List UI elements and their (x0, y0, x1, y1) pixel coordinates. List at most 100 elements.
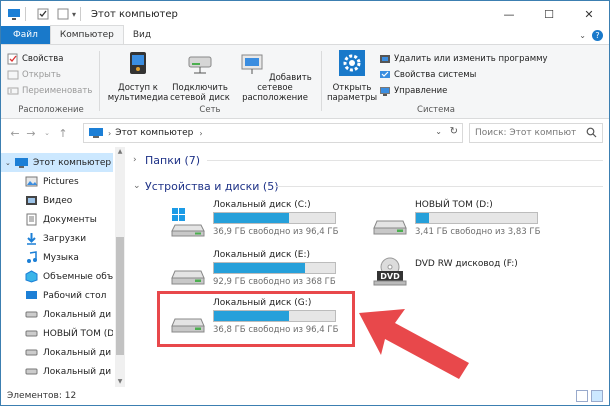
system-group-label: Система (417, 105, 455, 115)
documents-icon (26, 213, 37, 226)
drive-item-d[interactable]: НОВЫЙ ТОМ (D:) 3,41 ГБ свободно из 3,83 … (365, 197, 565, 249)
open-command[interactable]: Открыть (7, 67, 95, 83)
open-settings-label: Открыть параметры (327, 83, 378, 103)
navigation-bar: ← → ⌄ ↑ › Этот компьютер › ⌄ ↻ Поиск: Эт… (1, 119, 609, 147)
video-icon (26, 196, 37, 205)
open-icon (7, 70, 19, 80)
drive-icon (25, 311, 38, 318)
search-icon (586, 127, 597, 138)
media-access-command[interactable]: Доступ к мультимедиа (107, 49, 169, 103)
network-drive-icon (188, 56, 212, 74)
nav-item-label: Pictures (43, 176, 79, 187)
tab-computer[interactable]: Компьютер (49, 25, 124, 44)
add-network-location-icon (241, 54, 263, 74)
add-network-location-command[interactable]: Добавить сетевое расположение (233, 49, 317, 103)
nav-item-label: Локальный ди (43, 309, 112, 320)
uninstall-command[interactable]: Удалить или изменить программу (379, 51, 548, 67)
desktop-icon (26, 291, 37, 299)
usage-bar (213, 262, 336, 274)
details-view-icon[interactable] (576, 390, 588, 402)
downloads-icon (27, 233, 36, 245)
collapse-ribbon-icon[interactable]: ⌄ (579, 31, 586, 40)
back-arrow-icon[interactable]: ← (7, 127, 23, 140)
system-drive-icon (171, 208, 205, 237)
nav-item-drive-g[interactable]: Локальный ди (1, 362, 113, 381)
expand-chevron-icon[interactable]: ⌄ (5, 159, 11, 167)
ribbon: Свойства Открыть Переименовать Расположе… (1, 45, 609, 119)
folders-section-header[interactable]: › Папки (7) (133, 151, 200, 169)
properties-command[interactable]: Свойства (7, 51, 95, 67)
nav-item-downloads[interactable]: Загрузки (1, 229, 113, 248)
network-group: Доступ к мультимедиа Подключить сетевой … (101, 47, 319, 117)
expand-chevron-icon[interactable]: › (133, 155, 145, 165)
properties-checkbox-icon[interactable] (36, 7, 50, 21)
address-dropdown-icon[interactable]: ⌄ (435, 127, 442, 136)
media-access-label: Доступ к мультимедиа (107, 83, 169, 103)
breadcrumb-separator-icon[interactable]: › (108, 129, 111, 138)
search-box[interactable]: Поиск: Этот компьют (469, 123, 603, 143)
nav-item-label: Объемные объ (43, 271, 113, 282)
nav-item-drive-c[interactable]: Локальный ди (1, 305, 113, 324)
breadcrumb-item[interactable]: Этот компьютер (115, 128, 193, 138)
tiles-view-icon[interactable] (591, 390, 603, 402)
navigation-scrollbar[interactable]: ▲ ▼ (115, 147, 125, 387)
rename-command[interactable]: Переименовать (7, 83, 95, 99)
nav-item-label: Видео (43, 195, 73, 206)
help-icon[interactable]: ? (592, 30, 603, 41)
tab-file[interactable]: Файл (1, 26, 50, 44)
settings-gear-icon (339, 50, 365, 76)
computer-icon (15, 158, 28, 168)
drive-icon (25, 330, 38, 337)
collapse-chevron-icon[interactable]: ⌄ (133, 181, 145, 191)
nav-item-label: Рабочий стол (43, 290, 107, 301)
separator (321, 51, 322, 111)
refresh-icon[interactable]: ↻ (450, 126, 458, 137)
system-properties-label: Свойства системы (394, 70, 477, 80)
forward-arrow-icon[interactable]: → (23, 127, 39, 140)
maximize-button[interactable]: ☐ (529, 1, 569, 27)
uninstall-label: Удалить или изменить программу (394, 54, 548, 64)
nav-item-music[interactable]: Музыка (1, 248, 113, 267)
network-group-label: Сеть (199, 105, 221, 115)
nav-item-pictures[interactable]: Pictures (1, 172, 113, 191)
computer-icon[interactable] (7, 7, 21, 21)
nav-item-3d-objects[interactable]: Объемные объ (1, 267, 113, 286)
quick-access-dropdown-icon[interactable]: ▾ (72, 10, 76, 19)
drive-item-c[interactable]: Локальный диск (C:) 36,9 ГБ свободно из … (163, 197, 363, 249)
nav-item-desktop[interactable]: Рабочий стол (1, 286, 113, 305)
nav-item-label: Этот компьютер (33, 157, 112, 168)
breadcrumb-separator-icon[interactable]: › (199, 129, 202, 138)
manage-command[interactable]: Управление (379, 83, 548, 99)
computer-icon (89, 128, 103, 138)
scroll-up-icon[interactable]: ▲ (115, 147, 125, 157)
devices-header-label: Устройства и диски (5) (145, 179, 279, 193)
items-count: Элементов: 12 (7, 391, 77, 401)
minimize-button[interactable]: — (489, 1, 529, 27)
scrollbar-thumb[interactable] (116, 237, 124, 355)
drive-item-f[interactable]: DVD DVD RW дисковод (F:) (365, 247, 565, 299)
up-arrow-icon[interactable]: ↑ (55, 127, 71, 140)
pictures-icon (25, 176, 38, 187)
nav-item-label: Музыка (43, 252, 79, 263)
drive-icon (171, 270, 205, 285)
manage-label: Управление (394, 86, 448, 96)
nav-item-drive-d[interactable]: НОВЫЙ ТОМ (D (1, 324, 113, 343)
nav-item-documents[interactable]: Документы (1, 210, 113, 229)
new-folder-icon[interactable] (56, 7, 70, 21)
nav-item-this-pc[interactable]: ⌄ Этот компьютер (1, 153, 113, 172)
devices-section-header[interactable]: ⌄ Устройства и диски (5) (133, 177, 279, 195)
open-settings-command[interactable]: Открыть параметры (327, 49, 377, 103)
separator (80, 7, 82, 21)
scroll-down-icon[interactable]: ▼ (115, 377, 125, 387)
drive-free-space: 36,9 ГБ свободно из 96,4 ГБ (213, 227, 339, 237)
close-button[interactable]: ✕ (569, 1, 609, 27)
nav-item-drive-e[interactable]: Локальный ди (1, 343, 113, 362)
view-switcher (576, 390, 603, 402)
system-properties-command[interactable]: Свойства системы (379, 67, 548, 83)
recent-locations-chevron-icon[interactable]: ⌄ (39, 129, 55, 137)
map-network-drive-command[interactable]: Подключить сетевой диск (169, 49, 231, 103)
tab-view[interactable]: Вид (124, 26, 160, 44)
address-bar[interactable]: › Этот компьютер › ⌄ ↻ (83, 123, 463, 143)
drive-name: НОВЫЙ ТОМ (D:) (415, 200, 493, 210)
nav-item-video[interactable]: Видео (1, 191, 113, 210)
